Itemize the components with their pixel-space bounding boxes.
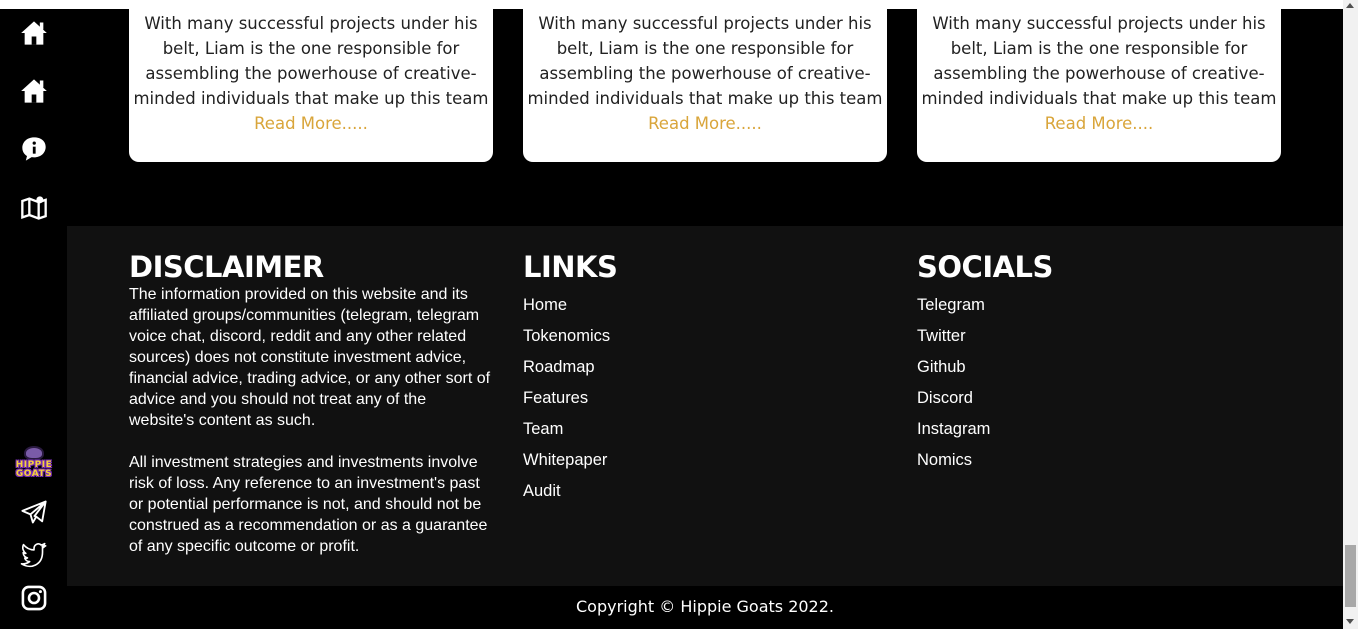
goat-mascot-icon: [24, 446, 44, 460]
footer-link-audit[interactable]: Audit: [523, 476, 617, 507]
scroll-down-arrow-icon[interactable]: [1346, 619, 1354, 624]
disclaimer-section: DISCLAIMER The information provided on t…: [129, 250, 495, 557]
home-icon[interactable]: [20, 19, 48, 47]
hippie-goats-logo[interactable]: HIPPIE GOATS: [6, 437, 62, 479]
disclaimer-paragraph: All investment strategies and investment…: [129, 454, 488, 555]
social-link-twitter[interactable]: Twitter: [917, 321, 1053, 352]
links-title: LINKS: [523, 250, 618, 284]
instagram-icon[interactable]: [20, 584, 48, 612]
social-link-telegram[interactable]: Telegram: [917, 290, 1053, 321]
disclaimer-paragraph: The information provided on this website…: [129, 286, 491, 429]
footer-link-team[interactable]: Team: [523, 414, 617, 445]
scrollbar-thumb[interactable]: [1345, 545, 1356, 607]
team-card: With many successful projects under his …: [917, 9, 1281, 162]
social-link-github[interactable]: Github: [917, 352, 1053, 383]
home-icon[interactable]: [20, 77, 48, 105]
social-link-nomics[interactable]: Nomics: [917, 445, 1053, 476]
card-text: With many successful projects under his …: [527, 14, 883, 108]
team-card: With many successful projects under his …: [523, 9, 887, 162]
footer-link-tokenomics[interactable]: Tokenomics: [523, 321, 617, 352]
info-icon[interactable]: [20, 135, 48, 163]
read-more-link[interactable]: Read More.....: [648, 114, 762, 133]
footer-link-roadmap[interactable]: Roadmap: [523, 352, 617, 383]
disclaimer-title: DISCLAIMER: [129, 250, 324, 284]
sidebar: HIPPIE GOATS: [0, 9, 67, 629]
top-edge: [0, 0, 1343, 9]
copyright-text: Copyright © Hippie Goats 2022.: [575, 597, 834, 616]
scroll-up-arrow-icon[interactable]: [1346, 3, 1354, 8]
team-card: With many successful projects under his …: [129, 9, 493, 162]
telegram-icon[interactable]: [20, 498, 48, 526]
footer-link-features[interactable]: Features: [523, 383, 617, 414]
read-more-link[interactable]: Read More....: [1045, 114, 1154, 133]
socials-section: SOCIALS Telegram Twitter Github Discord …: [917, 250, 1053, 476]
social-link-discord[interactable]: Discord: [917, 383, 1053, 414]
twitter-icon[interactable]: [20, 540, 48, 568]
social-link-instagram[interactable]: Instagram: [917, 414, 1053, 445]
card-text: With many successful projects under his …: [921, 14, 1277, 108]
links-list: Home Tokenomics Roadmap Features Team Wh…: [523, 290, 617, 507]
socials-list: Telegram Twitter Github Discord Instagra…: [917, 290, 1053, 476]
card-text: With many successful projects under his …: [133, 14, 489, 108]
footer-link-home[interactable]: Home: [523, 290, 617, 321]
links-section: LINKS Home Tokenomics Roadmap Features T…: [523, 250, 618, 507]
read-more-link[interactable]: Read More.....: [254, 114, 368, 133]
footer: DISCLAIMER The information provided on t…: [67, 226, 1343, 586]
page-scrollbar[interactable]: [1343, 0, 1358, 629]
footer-link-whitepaper[interactable]: Whitepaper: [523, 445, 617, 476]
map-icon[interactable]: [20, 194, 48, 222]
socials-title: SOCIALS: [917, 250, 1053, 284]
